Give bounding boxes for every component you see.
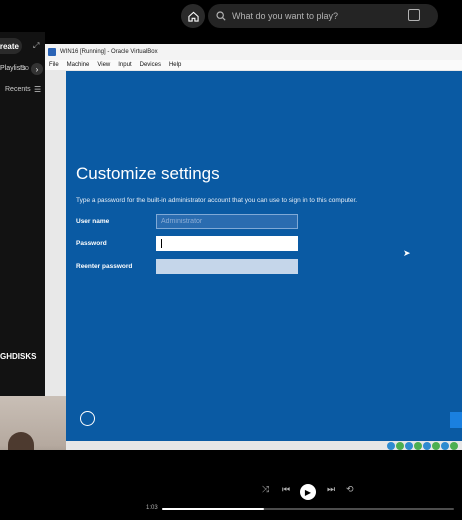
browse-icon[interactable] xyxy=(408,9,420,21)
window-title: WIN16 [Running] - Oracle VirtualBox xyxy=(60,49,158,55)
vm-screen[interactable]: Customize settings Type a password for t… xyxy=(66,71,462,441)
username-label: User name xyxy=(76,218,110,225)
menu-devices[interactable]: Devices xyxy=(140,62,161,68)
chevron-right-icon[interactable]: › xyxy=(31,63,43,75)
player-bar: ⤨ ⏮ ▶ ⏭ ⟲ 1:03 xyxy=(0,450,462,520)
search-input[interactable] xyxy=(232,11,402,21)
password-label: Password xyxy=(76,240,107,247)
menu-help[interactable]: Help xyxy=(169,62,181,68)
progress-bar[interactable] xyxy=(162,508,454,510)
search-icon xyxy=(216,11,226,21)
page-title: Customize settings xyxy=(76,164,220,183)
shared-folder-icon[interactable] xyxy=(432,442,440,450)
menu-machine[interactable]: Machine xyxy=(67,62,90,68)
vbox-menu-bar: File Machine View Input Devices Help xyxy=(45,60,462,70)
network-icon[interactable] xyxy=(414,442,422,450)
chip-downloaded[interactable]: Do xyxy=(20,65,29,72)
create-button[interactable]: Create xyxy=(0,38,22,54)
audio-icon[interactable] xyxy=(405,442,413,450)
usb-icon[interactable] xyxy=(423,442,431,450)
list-view-icon[interactable]: ☰ xyxy=(34,85,41,94)
password-field[interactable] xyxy=(156,236,298,251)
username-field xyxy=(156,214,298,229)
recents-sort[interactable]: Recents xyxy=(5,86,31,93)
progress-fill xyxy=(162,508,265,510)
elapsed-time: 1:03 xyxy=(146,505,158,511)
display-icon[interactable] xyxy=(441,442,449,450)
text-caret xyxy=(161,239,162,248)
virtualbox-icon xyxy=(48,48,56,56)
library-panel: Create ⤢ Playlists Do › Recents ☰ GHDISK… xyxy=(0,32,45,450)
menu-file[interactable]: File xyxy=(49,62,59,68)
play-button[interactable]: ▶ xyxy=(300,484,316,500)
expand-icon[interactable]: ⤢ xyxy=(33,41,39,51)
top-bar xyxy=(0,0,462,32)
hdd-icon[interactable] xyxy=(387,442,395,450)
recording-icon[interactable] xyxy=(450,442,458,450)
reenter-password-field[interactable] xyxy=(156,259,298,274)
menu-view[interactable]: View xyxy=(97,62,110,68)
status-icons xyxy=(387,442,458,450)
play-icon: ▶ xyxy=(304,487,312,497)
optical-drive-icon[interactable] xyxy=(396,442,404,450)
setup-description: Type a password for the built-in adminis… xyxy=(76,197,358,204)
previous-icon[interactable]: ⏮ xyxy=(282,484,290,495)
reenter-password-label: Reenter password xyxy=(76,263,133,270)
next-icon[interactable]: ⏭ xyxy=(327,484,335,495)
next-button[interactable] xyxy=(450,412,462,428)
home-icon xyxy=(187,11,199,22)
virtualbox-window: WIN16 [Running] - Oracle VirtualBox File… xyxy=(45,44,462,452)
mouse-cursor-icon: ➤ xyxy=(403,248,411,258)
home-button[interactable] xyxy=(181,4,205,28)
menu-input[interactable]: Input xyxy=(118,62,131,68)
vbox-title-bar: WIN16 [Running] - Oracle VirtualBox xyxy=(45,44,462,60)
accessibility-icon[interactable] xyxy=(80,411,95,426)
playlist-item[interactable]: GHDISKS xyxy=(0,352,36,361)
create-label: Create xyxy=(0,41,19,51)
shuffle-icon[interactable]: ⤨ xyxy=(262,484,269,495)
repeat-icon[interactable]: ⟲ xyxy=(346,484,354,495)
search-box[interactable] xyxy=(208,4,438,28)
